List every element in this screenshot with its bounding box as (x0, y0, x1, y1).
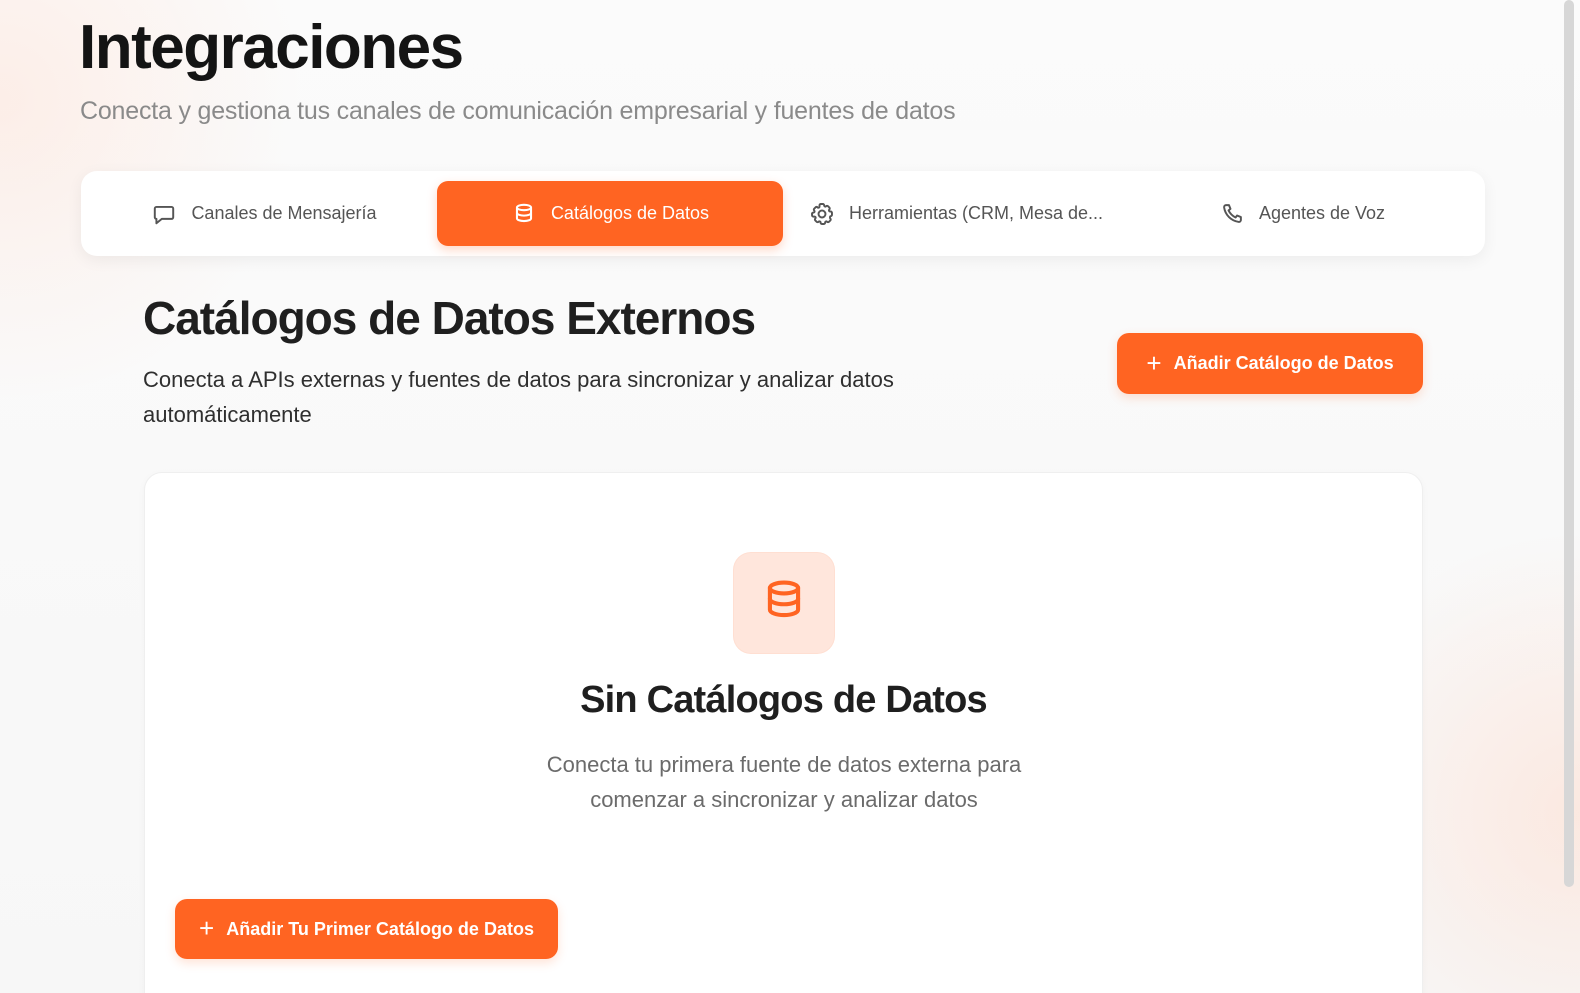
tab-label: Catálogos de Datos (550, 203, 710, 223)
integrations-tabs: Canales de Mensajería Catálogos de Datos… (81, 171, 1485, 256)
empty-state-icon-box (733, 552, 835, 654)
tab-messaging-channels[interactable]: Canales de Mensajería (91, 181, 437, 246)
add-first-data-catalog-button[interactable]: + Añadir Tu Primer Catálogo de Datos (175, 899, 558, 959)
page-subtitle: Conecta y gestiona tus canales de comuni… (80, 97, 956, 125)
gear-icon (809, 201, 835, 227)
tab-tools[interactable]: Herramientas (CRM, Mesa de... (783, 181, 1129, 246)
plus-icon: + (199, 913, 215, 943)
database-icon (758, 575, 810, 632)
phone-icon (1219, 201, 1245, 227)
tab-voice-agents[interactable]: Agentes de Voz (1129, 181, 1475, 246)
empty-state-card: Sin Catálogos de Datos Conecta tu primer… (144, 472, 1423, 993)
tab-label: Canales de Mensajería (191, 203, 377, 223)
tab-label: Herramientas (CRM, Mesa de... (848, 203, 1104, 223)
database-icon (511, 201, 537, 227)
page-title: Integraciones (79, 13, 464, 82)
empty-state-title: Sin Catálogos de Datos (580, 679, 988, 721)
tab-label: Agentes de Voz (1258, 203, 1386, 223)
add-first-data-catalog-label: Añadir Tu Primer Catálogo de Datos (226, 918, 534, 939)
integrations-page: Integraciones Conecta y gestiona tus can… (0, 0, 1580, 993)
empty-state-description: Conecta tu primera fuente de datos exter… (546, 752, 1022, 812)
scrollbar-thumb[interactable] (1564, 0, 1574, 887)
tab-data-catalogs[interactable]: Catálogos de Datos (437, 181, 783, 246)
add-data-catalog-button[interactable]: + Añadir Catálogo de Datos (1117, 333, 1423, 394)
vertical-scrollbar[interactable] (1564, 0, 1574, 993)
add-data-catalog-label: Añadir Catálogo de Datos (1173, 353, 1394, 373)
plus-icon: + (1146, 347, 1162, 378)
section-title: Catálogos de Datos Externos (143, 292, 756, 344)
section-description: Conecta a APIs externas y fuentes de dat… (143, 367, 894, 427)
message-square-icon (151, 201, 177, 227)
